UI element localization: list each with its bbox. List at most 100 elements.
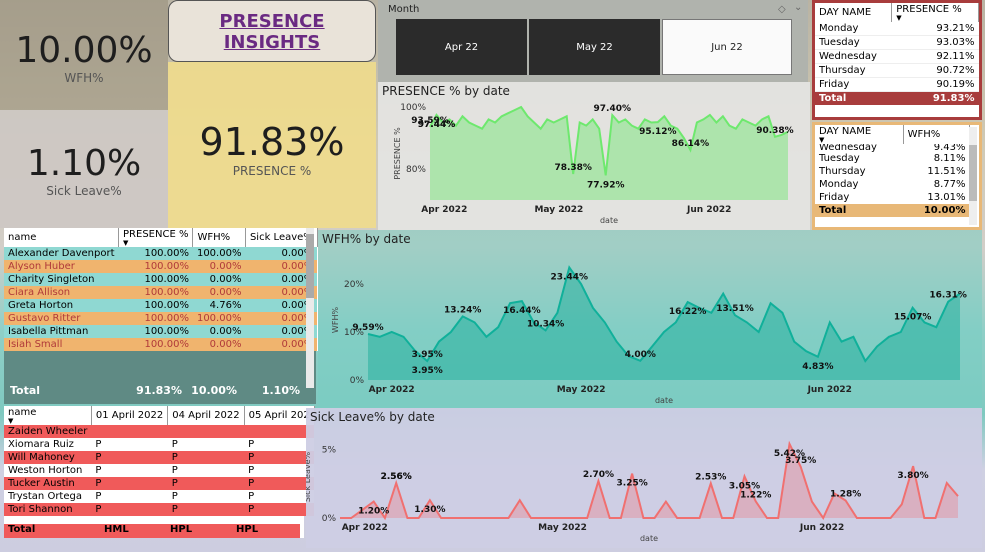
table-row[interactable]: Wednesday 92.11% xyxy=(815,50,979,64)
sick-kpi-value: 1.10% xyxy=(26,143,142,184)
table-row[interactable]: Weston Horton P P P xyxy=(4,464,315,477)
y-axis-title: Sick Leave% xyxy=(306,451,312,502)
table-cell: P xyxy=(171,452,178,463)
table-cell: Isabella Pittman xyxy=(8,326,89,337)
header-label: DAY NAME xyxy=(819,7,872,18)
table-cell: 100.00% xyxy=(144,300,189,311)
table-row[interactable]: Monday 93.21% xyxy=(815,22,979,36)
table-row[interactable]: Gustavo Ritter 100.00% 100.00% 0.00% xyxy=(4,312,318,325)
table-cell: 0.00% xyxy=(209,326,242,337)
table-cell: P xyxy=(171,439,178,450)
table-row[interactable]: Alyson Huber 100.00% 0.00% 0.00% xyxy=(4,260,318,273)
table-cell: Isiah Small xyxy=(8,339,63,350)
month-option-may[interactable]: May 22 xyxy=(529,19,660,75)
chevron-down-icon[interactable]: ⌄ xyxy=(794,2,802,13)
presence-area-chart: 80% 100% Apr 2022 May 2022 Jun 2022 date PRESE… xyxy=(393,103,794,225)
column-header-date-3[interactable]: 05 April 202 xyxy=(244,406,315,425)
table-cell: 100.00% xyxy=(144,339,189,350)
table-row[interactable]: Tuesday 8.11% xyxy=(815,152,970,165)
table-row[interactable]: Wednesday 9.43% xyxy=(815,144,970,152)
table-cell: 8.77% xyxy=(933,179,966,190)
table-row[interactable]: Greta Horton 100.00% 4.76% 0.00% xyxy=(4,299,318,312)
presence-chart: PRESENCE % by date 80% 100% Apr 2022 May 20… xyxy=(378,82,810,230)
x-tick-label: May 2022 xyxy=(534,205,583,215)
table-cell: 100.00% xyxy=(196,248,242,259)
data-label: 13.51% xyxy=(716,304,754,314)
table-cell: Tori Shannon xyxy=(8,504,73,515)
month-option-jun[interactable]: Jun 22 xyxy=(662,19,792,75)
total-label: Total xyxy=(10,384,41,397)
table-row[interactable]: Ciara Allison 100.00% 0.00% 0.00% xyxy=(4,286,318,299)
table-row[interactable]: Charity Singleton 100.00% 0.00% 0.00% xyxy=(4,273,318,286)
x-tick-label: Apr 2022 xyxy=(421,205,467,215)
table-cell: 13.01% xyxy=(927,192,966,203)
table-row[interactable]: Friday 90.19% xyxy=(815,78,979,92)
data-label: 9.59% xyxy=(352,323,383,333)
table-cell: 11.51% xyxy=(927,166,966,177)
table-cell: Friday xyxy=(819,79,850,90)
header-label: PRESENCE % xyxy=(123,229,189,240)
table-cell: P xyxy=(248,504,255,515)
table-row[interactable]: Alexander Davenport 100.00% 100.00% 0.00% xyxy=(4,247,318,260)
month-option-apr[interactable]: Apr 22 xyxy=(396,19,527,75)
month-slicer: Month ◇ ⌄ Apr 22 May 22 Jun 22 xyxy=(378,0,808,82)
table-cell: 0.00% xyxy=(209,274,242,285)
column-header-name[interactable]: name xyxy=(4,228,120,247)
table-row[interactable]: Tucker Austin P P P xyxy=(4,477,315,490)
column-header-wfh[interactable]: WFH% xyxy=(192,228,246,247)
data-label: 4.83% xyxy=(802,362,833,372)
title-banner: PRESENCE INSIGHTS xyxy=(168,0,376,62)
day-presence-table: DAY NAME PRESENCE % ▼ Monday 93.21% Tuesday… xyxy=(812,0,982,120)
table-cell: 100.00% xyxy=(144,313,189,324)
table-row[interactable]: Monday 8.77% xyxy=(815,178,970,191)
employee-table: name PRESENCE % ▼ WFH% Sick Leave% Alexan… xyxy=(4,228,318,404)
column-header-day[interactable]: DAY NAME xyxy=(815,3,893,22)
month-slicer-label: Month xyxy=(388,4,420,15)
table-row[interactable]: Zaiden Wheeler xyxy=(4,425,315,438)
scrollbar-thumb[interactable] xyxy=(969,145,977,201)
table-cell: 92.11% xyxy=(936,51,975,62)
wfh-area-chart: 0%10%20%Apr 2022 May 2022 Jun 2022dateWFH%… xyxy=(331,265,967,405)
x-axis-title: date xyxy=(600,216,618,225)
table-row[interactable]: Tori Shannon P P P xyxy=(4,503,315,516)
column-header-date-2[interactable]: 04 April 2022 xyxy=(167,406,245,425)
table-cell: Friday xyxy=(819,192,850,203)
table-row[interactable]: Trystan Ortega P P P xyxy=(4,490,315,503)
table-row[interactable]: Will Mahoney P P P xyxy=(4,451,315,464)
table-cell: 93.21% xyxy=(936,23,975,34)
chart-title: WFH% by date xyxy=(322,232,411,246)
data-label: 1.30% xyxy=(414,505,445,515)
wfh-kpi-value: 10.00% xyxy=(15,30,153,71)
table-row[interactable]: Friday 13.01% xyxy=(815,191,970,204)
table-cell: 0.00% xyxy=(209,287,242,298)
table-cell: 90.19% xyxy=(936,79,975,90)
table-row[interactable]: Isiah Small 100.00% 0.00% 0.00% xyxy=(4,338,318,351)
scrollbar[interactable] xyxy=(969,127,977,225)
column-header-name[interactable]: name ▼ xyxy=(4,406,92,425)
table-row[interactable]: Thursday 90.72% xyxy=(815,64,979,78)
column-header-day[interactable]: DAY NAME ▼ xyxy=(815,125,904,144)
eraser-icon[interactable]: ◇ xyxy=(778,4,786,15)
column-header-date-1[interactable]: 01 April 2022 xyxy=(91,406,169,425)
x-tick-label: Apr 2022 xyxy=(369,385,415,395)
data-label: 97.40% xyxy=(594,104,632,114)
scrollbar-thumb[interactable] xyxy=(306,234,314,298)
data-label: 16.44% xyxy=(503,306,541,316)
x-tick-label: May 2022 xyxy=(538,523,587,533)
table-row[interactable]: Thursday 11.51% xyxy=(815,165,970,178)
total-sick: 1.10% xyxy=(261,384,300,397)
column-header-wfh[interactable]: WFH% xyxy=(903,125,971,144)
column-header-presence[interactable]: PRESENCE % ▼ xyxy=(891,3,979,22)
table-row[interactable]: Tuesday 93.03% xyxy=(815,36,979,50)
total-label: Total xyxy=(819,93,847,104)
data-label: 90.38% xyxy=(756,126,794,136)
x-tick-label: Jun 2022 xyxy=(807,385,852,395)
column-header-presence[interactable]: PRESENCE % ▼ xyxy=(118,228,194,247)
data-label: 3.25% xyxy=(617,479,648,489)
scrollbar[interactable] xyxy=(306,228,314,388)
table-cell: Weston Horton xyxy=(8,465,83,476)
table-cell: P xyxy=(171,491,178,502)
table-row[interactable]: Xiomara Ruiz P P P xyxy=(4,438,315,451)
data-label: 13.24% xyxy=(444,305,482,315)
table-row[interactable]: Isabella Pittman 100.00% 0.00% 0.00% xyxy=(4,325,318,338)
